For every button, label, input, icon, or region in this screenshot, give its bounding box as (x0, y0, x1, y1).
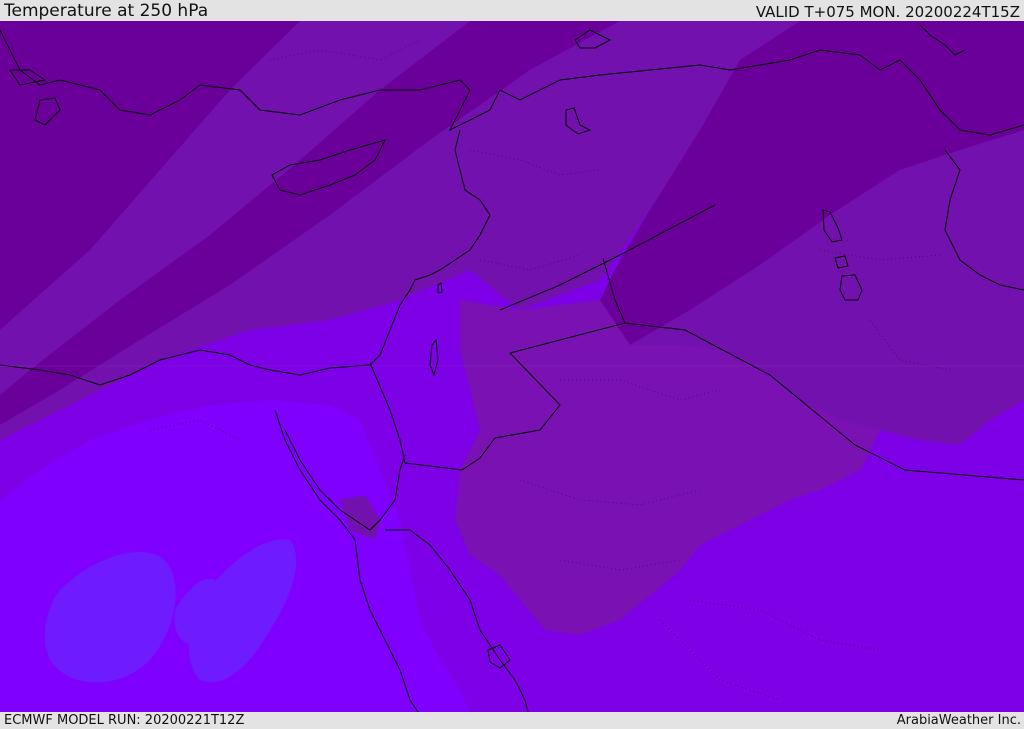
footer-bar: ECMWF MODEL RUN: 20200221T12Z ArabiaWeat… (0, 712, 1024, 729)
temperature-map[interactable] (0, 21, 1024, 712)
header-bar: Temperature at 250 hPa VALID T+075 MON. … (0, 0, 1024, 21)
map-title: Temperature at 250 hPa (4, 1, 209, 21)
model-run: ECMWF MODEL RUN: 20200221T12Z (4, 713, 245, 728)
brand-credit: ArabiaWeather Inc. (896, 713, 1021, 728)
valid-time: VALID T+075 MON. 20200224T15Z (755, 3, 1020, 21)
